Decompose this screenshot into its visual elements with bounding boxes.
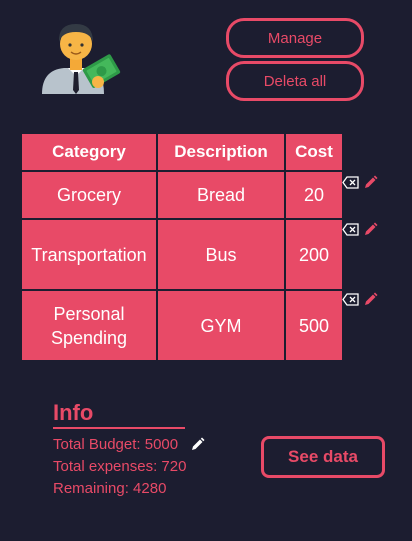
header-description: Description bbox=[158, 134, 284, 170]
cell-cost: 500 bbox=[286, 291, 342, 360]
table-row: Personal Spending GYM 500 bbox=[22, 291, 342, 360]
row-actions bbox=[342, 222, 378, 237]
header-cost: Cost bbox=[286, 134, 342, 170]
cell-category: Transportation bbox=[22, 220, 156, 289]
expenses-table: Category Description Cost Grocery Bread … bbox=[20, 132, 344, 362]
info-title: Info bbox=[53, 400, 185, 429]
pencil-icon[interactable] bbox=[363, 292, 378, 307]
total-budget-label: Total Budget: bbox=[53, 436, 141, 453]
cell-description: GYM bbox=[158, 291, 284, 360]
remaining-label: Remaining: bbox=[53, 480, 129, 497]
total-budget-line: Total Budget: 5000 bbox=[53, 436, 178, 453]
cell-description: Bread bbox=[158, 172, 284, 218]
cell-cost: 200 bbox=[286, 220, 342, 289]
remaining-line: Remaining: 4280 bbox=[53, 480, 166, 497]
total-expenses-value: 720 bbox=[161, 458, 187, 475]
total-expenses-label: Total expenses: bbox=[53, 458, 158, 475]
table-row: Transportation Bus 200 bbox=[22, 220, 342, 289]
table-header-row: Category Description Cost bbox=[22, 134, 342, 170]
cell-cost: 20 bbox=[286, 172, 342, 218]
manage-button[interactable]: Manage bbox=[226, 18, 364, 58]
delete-icon[interactable] bbox=[342, 176, 359, 189]
cell-category: Personal Spending bbox=[22, 291, 156, 360]
row-actions bbox=[342, 175, 378, 190]
total-expenses-line: Total expenses: 720 bbox=[53, 458, 186, 475]
row-actions bbox=[342, 292, 378, 307]
header-category: Category bbox=[22, 134, 156, 170]
edit-budget-pencil-icon[interactable] bbox=[190, 437, 205, 452]
see-data-button[interactable]: See data bbox=[261, 436, 385, 478]
pencil-icon[interactable] bbox=[363, 175, 378, 190]
businessman-with-money-icon bbox=[42, 24, 121, 94]
table-row: Grocery Bread 20 bbox=[22, 172, 342, 218]
cell-description: Bus bbox=[158, 220, 284, 289]
pencil-icon[interactable] bbox=[363, 222, 378, 237]
delete-icon[interactable] bbox=[342, 223, 359, 236]
total-budget-value: 5000 bbox=[144, 436, 179, 453]
cell-category: Grocery bbox=[22, 172, 156, 218]
remaining-value: 4280 bbox=[133, 480, 167, 497]
delete-all-button[interactable]: Deleta all bbox=[226, 61, 364, 101]
delete-icon[interactable] bbox=[342, 293, 359, 306]
